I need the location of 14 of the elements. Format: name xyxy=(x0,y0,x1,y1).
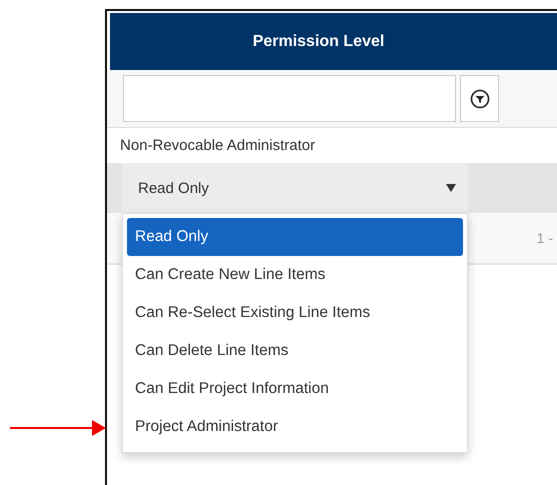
filter-field[interactable] xyxy=(123,75,456,122)
dropdown-option[interactable]: Can Edit Project Information xyxy=(127,370,463,408)
pager-text: 1 - xyxy=(536,230,553,246)
permission-dropdown[interactable]: Read Only xyxy=(122,163,468,213)
dropdown-option[interactable]: Can Delete Line Items xyxy=(127,332,463,370)
dropdown-option[interactable]: Read Only xyxy=(127,218,463,256)
filter-button[interactable] xyxy=(460,75,499,122)
filter-icon xyxy=(470,88,490,108)
dropdown-option[interactable]: Can Re-Select Existing Line Items xyxy=(127,294,463,332)
dropdown-option[interactable]: Can Create New Line Items xyxy=(127,256,463,294)
table-cell: Non-Revocable Administrator xyxy=(120,137,316,154)
column-header: Permission Level xyxy=(107,13,557,70)
dropdown-option[interactable]: Project Administrator xyxy=(127,408,463,446)
caret-icon xyxy=(446,184,456,192)
